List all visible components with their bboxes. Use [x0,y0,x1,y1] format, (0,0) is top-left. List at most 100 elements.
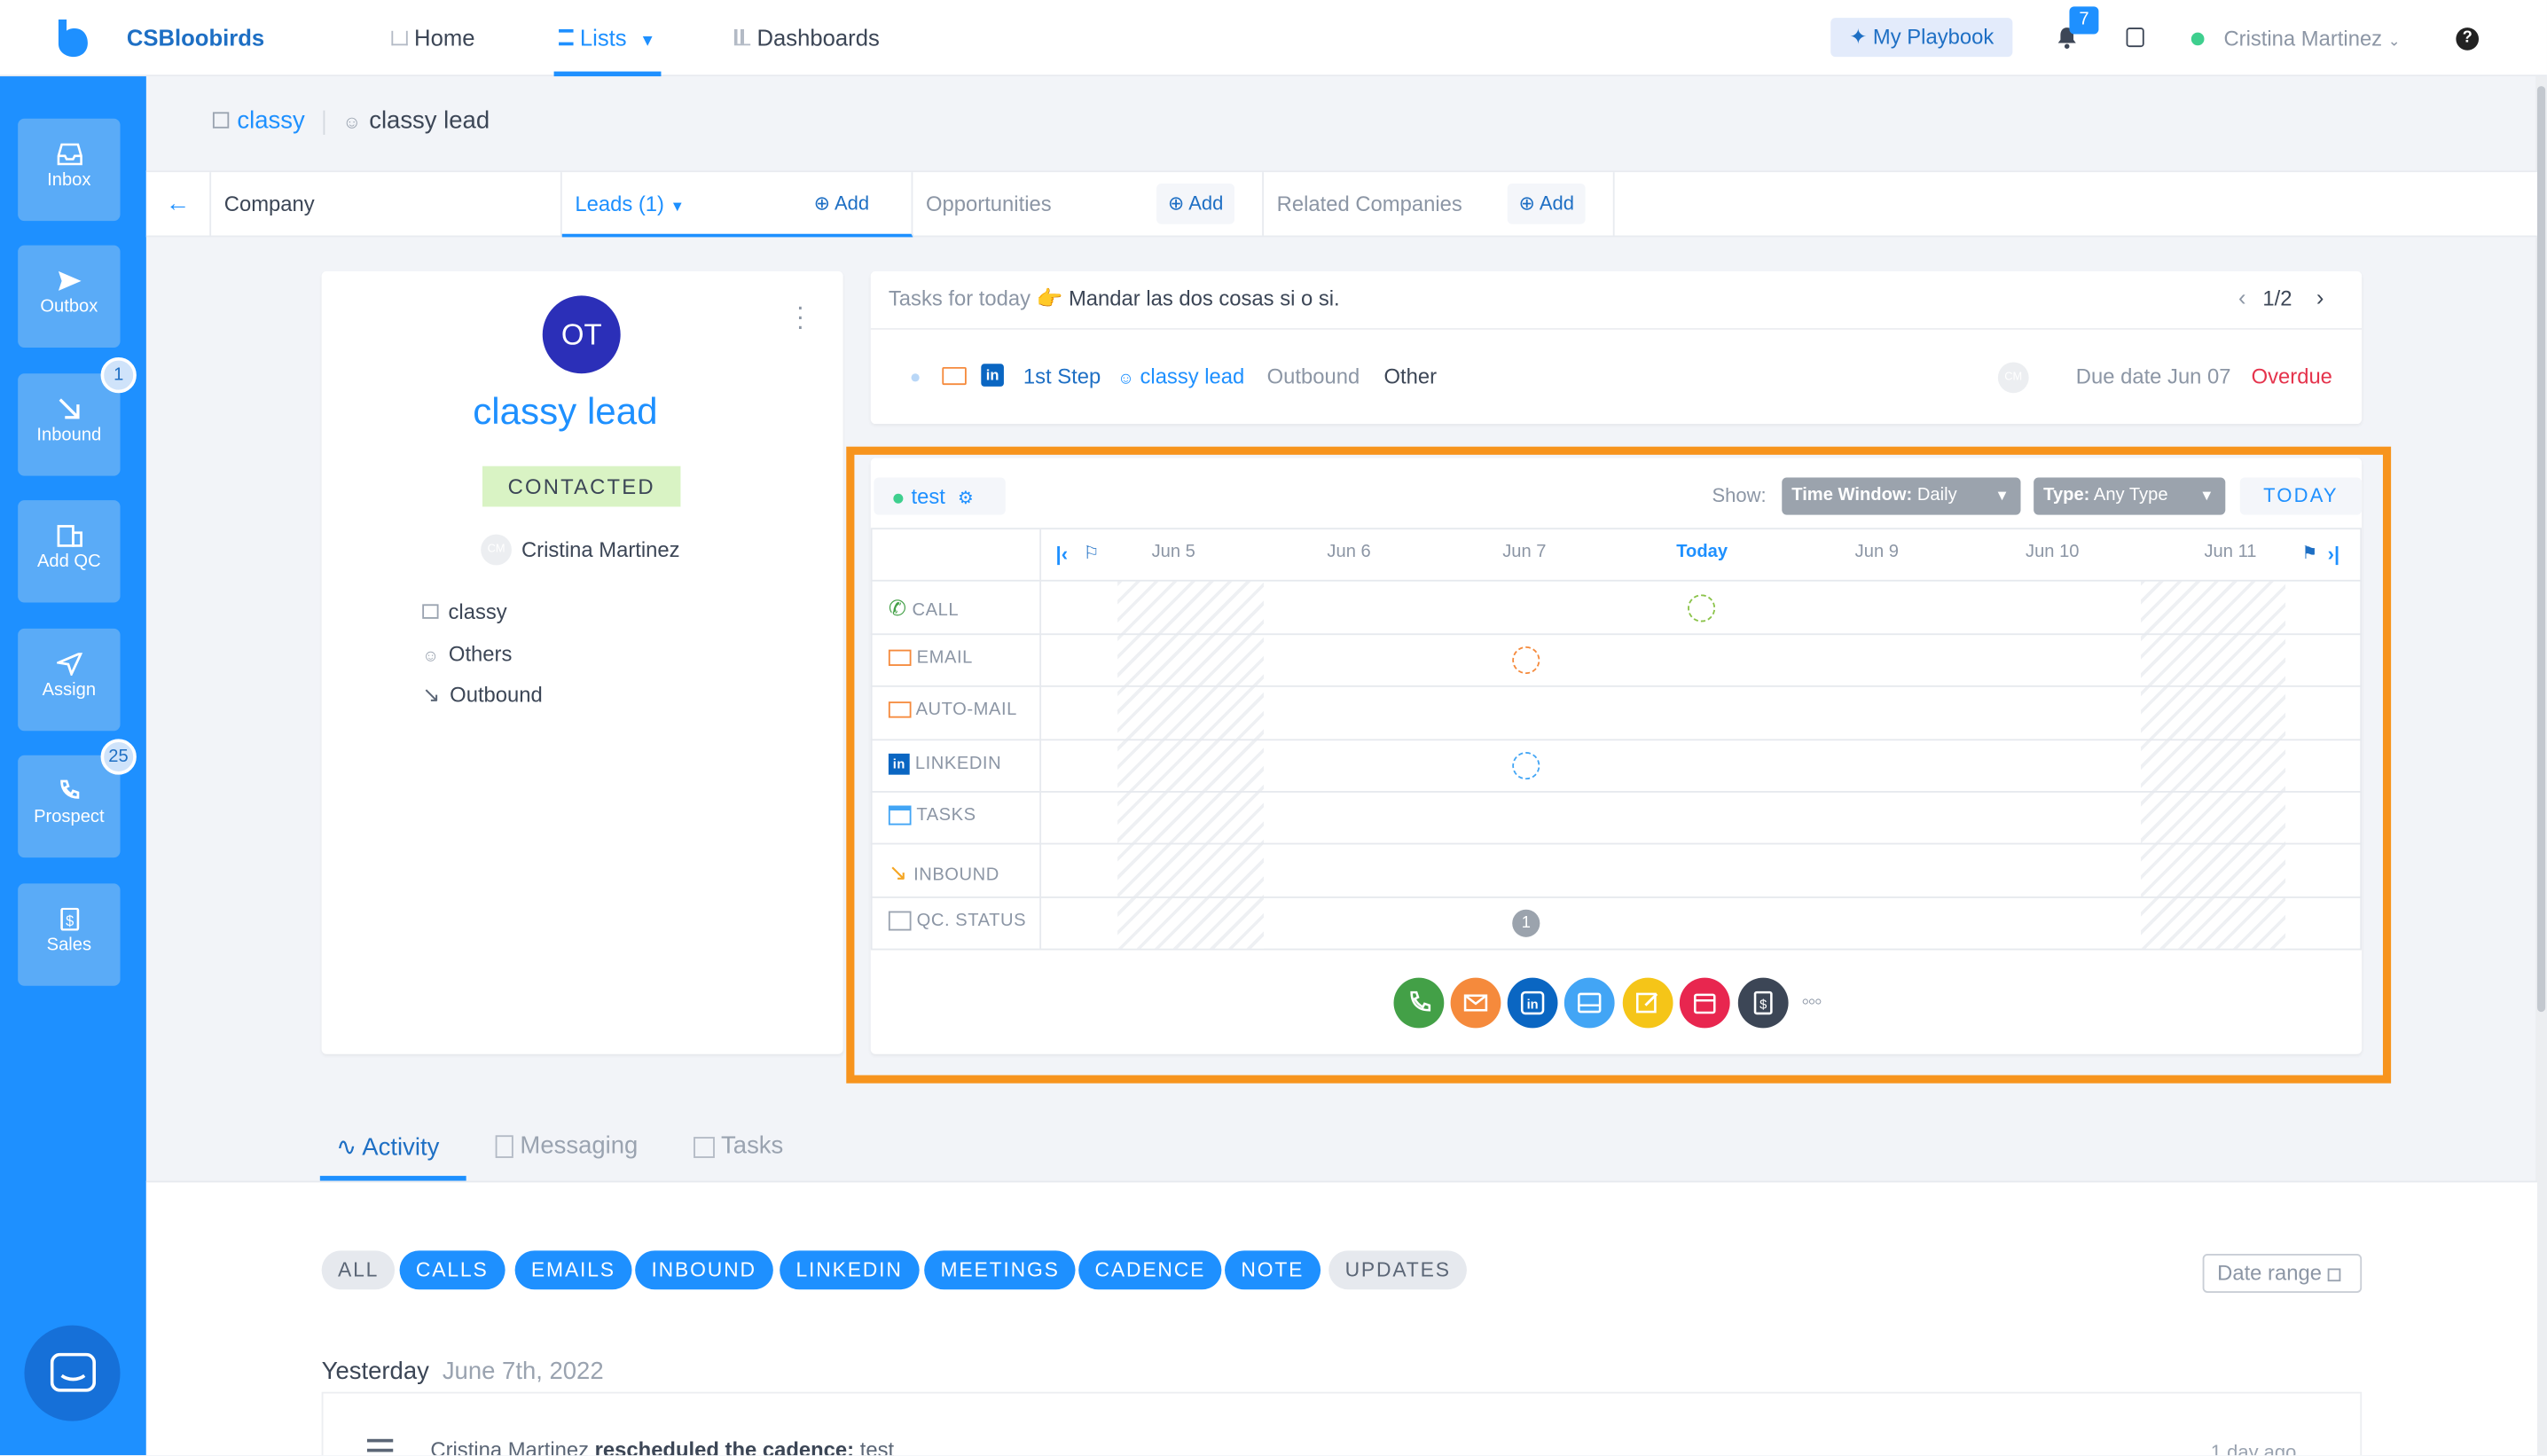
task-row[interactable]: in 1st Step ☺ classy lead Outbound Other… [871,330,2362,424]
mail-icon [888,649,912,667]
bar-chart-icon [733,28,751,46]
tab-related-label: Related Companies [1276,192,1462,216]
call-activity-marker[interactable] [1688,594,1716,622]
qc-status-count-marker[interactable]: 1 [1512,909,1540,937]
filter-calls[interactable]: CALLS [399,1250,505,1290]
sidebar-item-label: Prospect [34,807,105,827]
opportunity-button[interactable]: $ [1737,977,1789,1029]
activity-entry[interactable]: Cristina Martinez rescheduled the cadenc… [321,1391,2363,1456]
mail-icon [942,366,967,386]
lead-card: OT · · · classy lead CONTACTED CM Cristina… [321,270,843,1054]
breadcrumb-company[interactable]: classy [237,107,304,135]
time-window-select[interactable]: Time Window: Daily ▼ [1782,477,2021,515]
notification-count: 7 [2069,6,2099,35]
row-inbound: ↘ INBOUND [889,859,999,887]
app-name[interactable]: CSBloobirds [127,24,264,50]
type-select[interactable]: Type: Any Type ▼ [2034,477,2226,515]
day-label: Jun 7 [1502,542,1547,562]
filter-all[interactable]: ALL [321,1250,396,1290]
send-email-button[interactable] [1450,977,1501,1029]
tab-tasks[interactable]: Tasks [694,1132,783,1160]
prev-task-icon[interactable]: ‹ [2238,285,2246,310]
sidebar-item-inbox[interactable]: Inbox [18,118,121,222]
day-label: Yesterday [321,1358,429,1386]
plus-circle-icon: ⊕ [1518,192,1535,215]
building-icon [56,525,82,547]
grid-line [870,633,2363,636]
document-icon [495,1135,513,1158]
row-inbound-label: INBOUND [913,865,999,886]
lead-avatar: OT [542,295,621,374]
weekend-shading [1117,581,1264,949]
breadcrumb: classy [212,107,305,135]
filter-emails[interactable]: EMAILS [514,1250,632,1290]
arrow-down-right-icon: ↘ [888,858,908,886]
nav-home[interactable]: Home [391,0,474,76]
tab-company[interactable]: Company [211,172,562,238]
day-label: Jun 5 [1151,542,1195,562]
tasks-card: Tasks for today 👉 Mandar las dos cosas s… [870,270,2363,425]
tab-messaging[interactable]: Messaging [495,1132,638,1160]
filter-inbound[interactable]: INBOUND [635,1250,773,1290]
chat-launcher-button[interactable] [24,1325,121,1421]
sidebar-item-prospect[interactable]: Prospect 25 [18,739,137,858]
sidebar-item-add-qc[interactable]: Add QC [18,500,121,603]
tab-related-companies[interactable]: Related Companies ⊕ Add [1264,172,1615,238]
cadence-selector[interactable]: test ⚙ [874,477,1006,515]
status-badge[interactable]: CONTACTED [482,466,681,507]
row-email-label: EMAIL [916,647,973,668]
tab-leads[interactable]: Leads (1) ▼ ⊕ Add [561,172,913,238]
linkedin-activity-marker[interactable] [1512,752,1540,780]
log-call-button[interactable] [1393,977,1445,1029]
sidebar-item-outbox[interactable]: Outbox [18,245,121,348]
scrollbar-thumb[interactable] [2536,86,2546,1013]
breadcrumb-divider [323,110,325,136]
nav-dashboards[interactable]: Dashboards [733,0,880,76]
task-lead-name: classy lead [1140,364,1245,388]
day-label-today: Today [1676,542,1728,562]
filter-meetings[interactable]: MEETINGS [924,1250,1077,1290]
more-options-icon[interactable]: · · · [795,294,805,340]
email-activity-marker[interactable] [1512,646,1540,675]
filter-cadence[interactable]: CADENCE [1078,1250,1222,1290]
add-opportunity-button[interactable]: ⊕ Add [1156,183,1235,224]
add-note-button[interactable] [1622,977,1673,1029]
filter-updates[interactable]: UPDATES [1328,1250,1468,1290]
add-task-button[interactable] [1563,977,1615,1029]
last-step-icon[interactable]: ›| [2328,543,2339,566]
sidebar-item-assign[interactable]: Assign [18,628,121,732]
date-range-button[interactable]: Date range [2202,1253,2363,1293]
back-button[interactable]: ← [146,172,212,238]
my-playbook-button[interactable]: ✦ My Playbook [1830,18,2013,58]
linkedin-icon: in [981,364,1004,387]
schedule-meeting-button[interactable] [1679,977,1730,1029]
user-menu[interactable]: Cristina Martinez ⌄ [2223,26,2400,50]
add-lead-button[interactable]: ⊕ Add [803,184,881,224]
tab-opportunities[interactable]: Opportunities ⊕ Add [913,172,1264,238]
linkedin-message-button[interactable]: in [1507,977,1558,1029]
next-task-icon[interactable]: › [2316,285,2324,310]
scrollbar[interactable] [2535,76,2547,1456]
date-range-label: Date range [2217,1260,2322,1285]
grid-line [870,842,2363,845]
sidebar-item-label: Add QC [36,552,101,572]
grid-line [870,685,2363,687]
nav-lists[interactable]: Lists ▼ [553,0,661,77]
bloobirds-logo-icon[interactable] [55,18,90,59]
sidebar-item-sales[interactable]: $ Sales [18,883,121,986]
more-actions-icon[interactable]: ◦◦◦ [1801,988,1822,1014]
plus-circle-icon: ⊕ [813,192,831,215]
day-label: Jun 6 [1327,542,1371,562]
tab-activity[interactable]: ∿ Activity [319,1132,466,1181]
today-button[interactable]: TODAY [2239,477,2363,515]
company-row[interactable]: classy [422,599,507,623]
task-lead-link[interactable]: ☺ classy lead [1117,364,1244,387]
filter-linkedin[interactable]: LINKEDIN [780,1250,920,1290]
calendar-icon[interactable] [2126,27,2144,48]
user-name: Cristina Martinez [2223,26,2383,51]
first-step-icon[interactable]: |‹ [1056,543,1068,566]
add-related-company-button[interactable]: ⊕ Add [1507,183,1586,224]
sidebar-item-inbound[interactable]: Inbound 1 [18,356,137,476]
help-icon[interactable]: ? [2456,27,2480,51]
filter-note[interactable]: NOTE [1225,1250,1321,1290]
